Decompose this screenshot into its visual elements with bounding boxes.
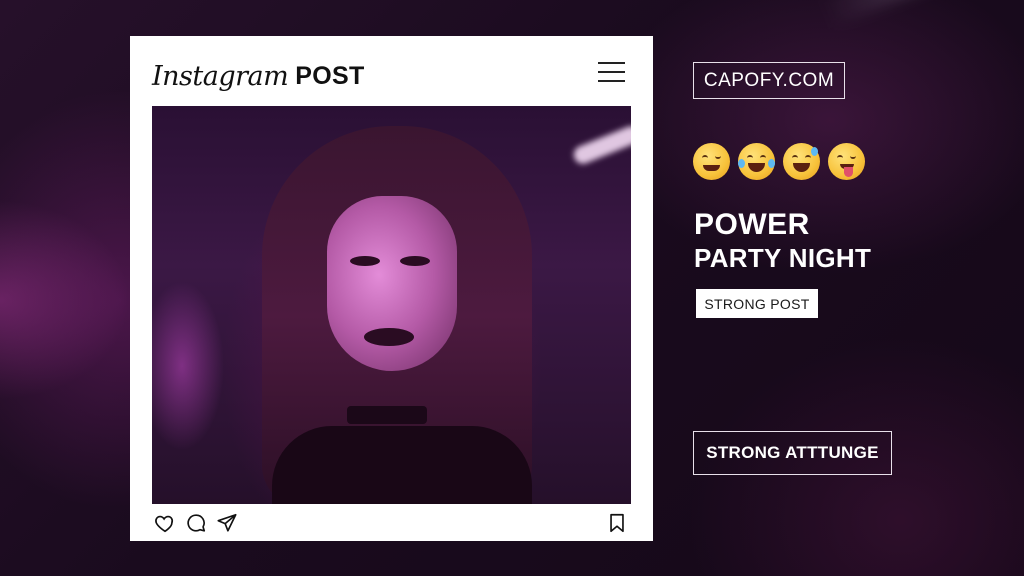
instagram-post-card: Instagram POST — [130, 36, 653, 541]
strong-post-tag[interactable]: STRONG POST — [696, 289, 818, 318]
photo-eye-left — [350, 256, 380, 266]
neon-light — [571, 123, 631, 167]
photo-body — [272, 426, 532, 504]
send-arrow-icon[interactable] — [216, 512, 238, 534]
headline-party-night: PARTY NIGHT — [694, 243, 872, 273]
photo-choker — [347, 406, 427, 424]
grinning-sweat-emoji-icon — [783, 143, 820, 180]
winking-face-emoji-icon — [693, 143, 730, 180]
post-title: POST — [295, 61, 365, 90]
photo-lips — [364, 328, 414, 346]
hamburger-menu-icon[interactable] — [598, 62, 625, 82]
emoji-row — [693, 143, 865, 183]
comment-bubble-icon[interactable] — [185, 512, 207, 534]
strong-attunge-button[interactable]: STRONG ATTTUNGE — [693, 431, 892, 475]
post-actions — [154, 512, 632, 534]
post-header: Instagram POST — [152, 56, 365, 96]
rolling-laughing-emoji-icon — [738, 143, 775, 180]
heart-icon[interactable] — [154, 512, 176, 534]
headline-power: POWER — [694, 208, 810, 241]
instagram-wordmark: Instagram — [152, 60, 289, 92]
bookmark-icon[interactable] — [606, 512, 628, 534]
website-label[interactable]: CAPOFY.COM — [693, 62, 845, 99]
post-photo — [152, 106, 631, 504]
background-neon-glow — [0, 200, 130, 400]
tongue-wink-emoji-icon — [828, 143, 865, 180]
photo-eye-right — [400, 256, 430, 266]
